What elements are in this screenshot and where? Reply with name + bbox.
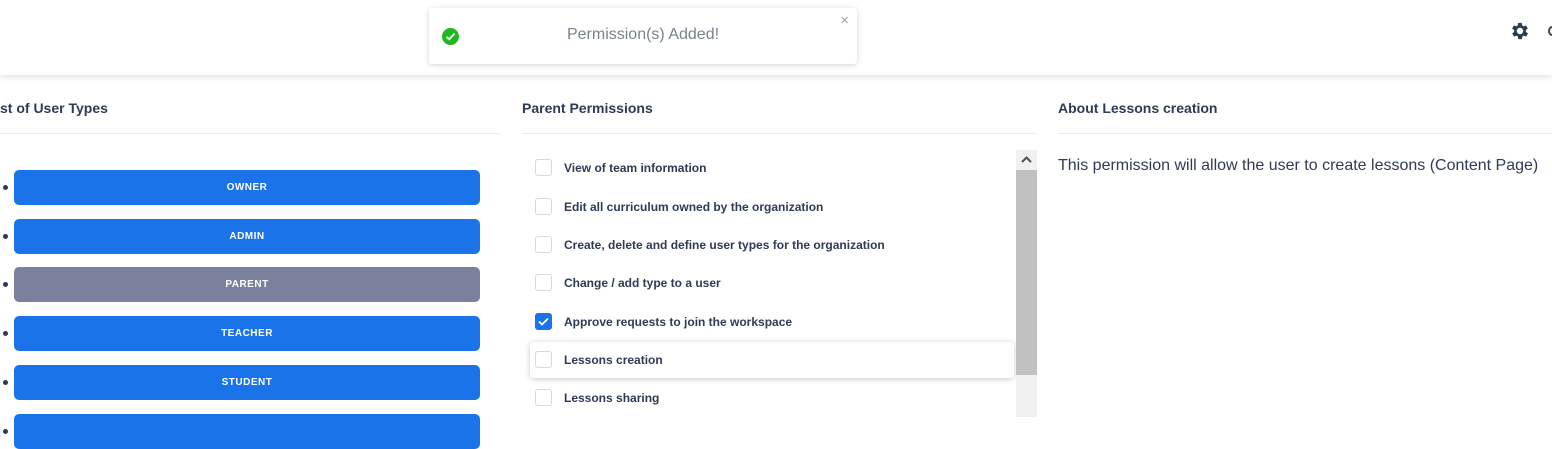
user-type-teacher-button[interactable]: TEACHER: [14, 316, 480, 351]
permission-item[interactable]: Change / add type to a user: [522, 265, 1014, 301]
permission-label: View of team information: [564, 161, 707, 175]
permissions-scrollbar[interactable]: [1016, 150, 1037, 417]
permission-checkbox[interactable]: [535, 389, 552, 406]
permission-item-hovered[interactable]: Lessons creation: [530, 342, 1014, 378]
close-icon[interactable]: ×: [840, 12, 849, 29]
toast-message: Permission(s) Added!: [566, 26, 720, 43]
bullet: [3, 185, 8, 190]
list-item: ADMIN: [0, 219, 500, 254]
list-item: PARENT: [0, 267, 500, 302]
permission-checkbox[interactable]: [535, 198, 552, 215]
permission-label: Create, delete and define user types for…: [564, 238, 885, 252]
bullet: [3, 429, 8, 434]
divider: [0, 133, 500, 134]
toast-notification: Permission(s) Added! ×: [429, 8, 857, 64]
permission-checkbox[interactable]: [535, 159, 552, 176]
scrollbar-thumb[interactable]: [1016, 170, 1037, 375]
bullet: [3, 234, 8, 239]
divider: [1058, 133, 1552, 134]
permissions-list: View of team information Edit all curric…: [522, 150, 1037, 417]
list-item: [0, 414, 500, 449]
user-type-owner-button[interactable]: OWNER: [14, 170, 480, 205]
list-item: OWNER: [0, 170, 500, 205]
bullet: [3, 331, 8, 336]
user-type-button[interactable]: [14, 414, 480, 449]
user-type-student-button[interactable]: STUDENT: [14, 365, 480, 400]
user-type-admin-button[interactable]: ADMIN: [14, 219, 480, 254]
scroll-up-icon[interactable]: [1016, 150, 1037, 170]
permission-label: Approve requests to join the workspace: [564, 315, 793, 329]
permissions-heading: Parent Permissions: [522, 100, 653, 116]
permission-checkbox[interactable]: [535, 274, 552, 291]
bullet: [3, 380, 8, 385]
permission-description: This permission will allow the user to c…: [1058, 157, 1539, 174]
permission-label: Lessons sharing: [564, 391, 660, 405]
about-heading: About Lessons creation: [1058, 100, 1218, 116]
divider: [522, 133, 1037, 134]
gear-icon[interactable]: [1509, 20, 1531, 42]
bullet: [3, 282, 8, 287]
list-item: TEACHER: [0, 316, 500, 351]
permission-checkbox[interactable]: [535, 236, 552, 253]
user-avatar-icon[interactable]: [1548, 26, 1552, 36]
permission-item[interactable]: Lessons sharing: [522, 380, 1014, 416]
list-item: STUDENT: [0, 365, 500, 400]
permission-item[interactable]: Create, delete and define user types for…: [522, 227, 1014, 263]
permission-label: Change / add type to a user: [564, 276, 721, 290]
permission-item[interactable]: View of team information: [522, 150, 1014, 186]
permission-item[interactable]: Edit all curriculum owned by the organiz…: [522, 189, 1014, 225]
permission-item[interactable]: Approve requests to join the workspace: [522, 304, 1014, 340]
user-type-parent-button[interactable]: PARENT: [14, 267, 480, 302]
permission-label: Edit all curriculum owned by the organiz…: [564, 200, 824, 214]
user-types-heading: st of User Types: [0, 100, 108, 116]
permission-label: Lessons creation: [564, 353, 663, 367]
permission-checkbox-checked[interactable]: [535, 313, 552, 330]
permission-checkbox[interactable]: [535, 351, 552, 368]
